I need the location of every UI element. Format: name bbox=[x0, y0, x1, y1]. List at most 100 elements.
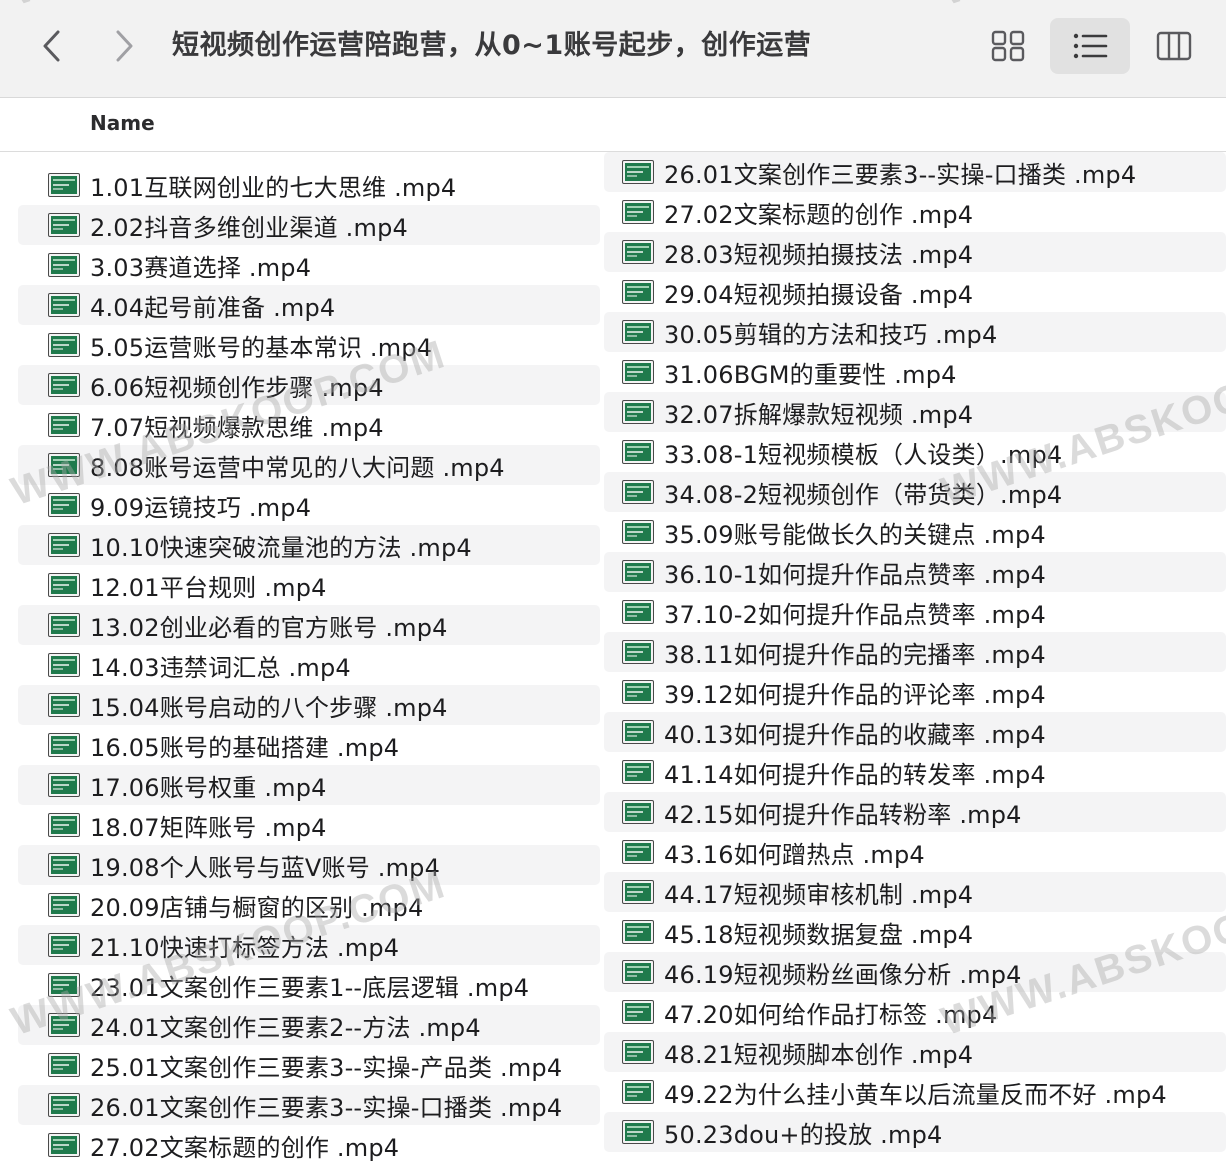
video-file-icon bbox=[622, 360, 654, 384]
file-name: 26.01文案创作三要素3--实操-口播类 .mp4 bbox=[90, 1093, 563, 1122]
file-name: 45.18短视频数据复盘 .mp4 bbox=[664, 920, 974, 949]
file-list-right: 26.01文案创作三要素3--实操-口播类 .mp4 27.02文案标题的创作 … bbox=[604, 152, 1226, 1152]
file-row[interactable]: 44.17短视频审核机制 .mp4 bbox=[604, 872, 1226, 912]
file-row[interactable]: 5.05运营账号的基本常识 .mp4 bbox=[18, 325, 600, 365]
file-row[interactable]: 50.23dou+的投放 .mp4 bbox=[604, 1112, 1226, 1152]
file-row[interactable]: 27.02文案标题的创作 .mp4 bbox=[604, 192, 1226, 232]
file-name: 36.10-1如何提升作品点赞率 .mp4 bbox=[664, 560, 1046, 589]
file-row[interactable]: 41.14如何提升作品的转发率 .mp4 bbox=[604, 752, 1226, 792]
file-row[interactable]: 35.09账号能做长久的关键点 .mp4 bbox=[604, 512, 1226, 552]
file-row[interactable]: 26.01文案创作三要素3--实操-口播类 .mp4 bbox=[18, 1085, 600, 1125]
video-file-icon bbox=[622, 1120, 654, 1144]
file-row[interactable]: 21.10快速打标签方法 .mp4 bbox=[18, 925, 600, 965]
file-name: 43.16如何蹭热点 .mp4 bbox=[664, 840, 925, 869]
file-row[interactable]: 24.01文案创作三要素2--方法 .mp4 bbox=[18, 1005, 600, 1045]
video-file-icon bbox=[622, 800, 654, 824]
video-file-icon bbox=[622, 160, 654, 184]
file-row[interactable]: 14.03违禁词汇总 .mp4 bbox=[18, 645, 600, 685]
file-row[interactable]: 49.22为什么挂小黄车以后流量反而不好 .mp4 bbox=[604, 1072, 1226, 1112]
file-name: 16.05账号的基础搭建 .mp4 bbox=[90, 733, 400, 762]
video-file-icon bbox=[622, 640, 654, 664]
file-name: 18.07矩阵账号 .mp4 bbox=[90, 813, 327, 842]
video-file-icon bbox=[48, 893, 80, 917]
video-file-icon bbox=[48, 173, 80, 197]
file-row[interactable]: 28.03短视频拍摄技法 .mp4 bbox=[604, 232, 1226, 272]
file-row[interactable]: 46.19短视频粉丝画像分析 .mp4 bbox=[604, 952, 1226, 992]
file-row[interactable]: 17.06账号权重 .mp4 bbox=[18, 765, 600, 805]
video-file-icon bbox=[622, 320, 654, 344]
video-file-icon bbox=[622, 600, 654, 624]
file-row[interactable]: 19.08个人账号与蓝V账号 .mp4 bbox=[18, 845, 600, 885]
file-row[interactable]: 36.10-1如何提升作品点赞率 .mp4 bbox=[604, 552, 1226, 592]
file-row[interactable]: 45.18短视频数据复盘 .mp4 bbox=[604, 912, 1226, 952]
file-name: 32.07拆解爆款短视频 .mp4 bbox=[664, 400, 974, 429]
video-file-icon bbox=[48, 733, 80, 757]
finder-toolbar: 短视频创作运营陪跑营，从0~1账号起步，创作运营 bbox=[0, 0, 1226, 98]
file-row[interactable]: 9.09运镜技巧 .mp4 bbox=[18, 485, 600, 525]
file-row[interactable]: 13.02创业必看的官方账号 .mp4 bbox=[18, 605, 600, 645]
video-file-icon bbox=[622, 1080, 654, 1104]
file-row[interactable]: 25.01文案创作三要素3--实操-产品类 .mp4 bbox=[18, 1045, 600, 1085]
file-name: 48.21短视频脚本创作 .mp4 bbox=[664, 1040, 974, 1069]
file-row[interactable]: 20.09店铺与橱窗的区别 .mp4 bbox=[18, 885, 600, 925]
file-row[interactable]: 3.03赛道选择 .mp4 bbox=[18, 245, 600, 285]
file-row[interactable]: 18.07矩阵账号 .mp4 bbox=[18, 805, 600, 845]
file-row[interactable]: 26.01文案创作三要素3--实操-口播类 .mp4 bbox=[604, 152, 1226, 192]
file-row[interactable]: 23.01文案创作三要素1--底层逻辑 .mp4 bbox=[18, 965, 600, 1005]
file-name: 21.10快速打标签方法 .mp4 bbox=[90, 933, 400, 962]
video-file-icon bbox=[48, 1013, 80, 1037]
file-row[interactable]: 16.05账号的基础搭建 .mp4 bbox=[18, 725, 600, 765]
file-row[interactable]: 39.12如何提升作品的评论率 .mp4 bbox=[604, 672, 1226, 712]
file-row[interactable]: 43.16如何蹭热点 .mp4 bbox=[604, 832, 1226, 872]
file-row[interactable]: 38.11如何提升作品的完播率 .mp4 bbox=[604, 632, 1226, 672]
file-row[interactable]: 10.10快速突破流量池的方法 .mp4 bbox=[18, 525, 600, 565]
name-column-header[interactable]: Name bbox=[90, 111, 155, 135]
file-name: 46.19短视频粉丝画像分析 .mp4 bbox=[664, 960, 1022, 989]
file-row[interactable]: 8.08账号运营中常见的八大问题 .mp4 bbox=[18, 445, 600, 485]
file-row[interactable]: 31.06BGM的重要性 .mp4 bbox=[604, 352, 1226, 392]
list-view-icon bbox=[1073, 33, 1108, 59]
file-row[interactable]: 33.08-1短视频模板（人设类）.mp4 bbox=[604, 432, 1226, 472]
icon-view-button[interactable] bbox=[968, 18, 1048, 74]
file-row[interactable]: 34.08-2短视频创作（带货类）.mp4 bbox=[604, 472, 1226, 512]
video-file-icon bbox=[48, 613, 80, 637]
video-file-icon bbox=[622, 760, 654, 784]
back-button[interactable] bbox=[32, 24, 72, 68]
file-row[interactable]: 12.01平台规则 .mp4 bbox=[18, 565, 600, 605]
file-name: 33.08-1短视频模板（人设类）.mp4 bbox=[664, 440, 1063, 469]
file-name: 27.02文案标题的创作 .mp4 bbox=[664, 200, 974, 229]
file-row[interactable]: 15.04账号启动的八个步骤 .mp4 bbox=[18, 685, 600, 725]
forward-button[interactable] bbox=[104, 24, 144, 68]
video-file-icon bbox=[48, 573, 80, 597]
file-row[interactable]: 6.06短视频创作步骤 .mp4 bbox=[18, 365, 600, 405]
file-row[interactable]: 42.15如何提升作品转粉率 .mp4 bbox=[604, 792, 1226, 832]
file-row[interactable]: 1.01互联网创业的七大思维 .mp4 bbox=[18, 165, 600, 205]
file-row[interactable]: 27.02文案标题的创作 .mp4 bbox=[18, 1125, 600, 1165]
file-name: 47.20如何给作品打标签 .mp4 bbox=[664, 1000, 998, 1029]
file-row[interactable]: 48.21短视频脚本创作 .mp4 bbox=[604, 1032, 1226, 1072]
file-row[interactable]: 40.13如何提升作品的收藏率 .mp4 bbox=[604, 712, 1226, 752]
file-row[interactable]: 7.07短视频爆款思维 .mp4 bbox=[18, 405, 600, 445]
file-name: 15.04账号启动的八个步骤 .mp4 bbox=[90, 693, 448, 722]
video-file-icon bbox=[48, 1053, 80, 1077]
file-row[interactable]: 4.04起号前准备 .mp4 bbox=[18, 285, 600, 325]
file-row[interactable]: 30.05剪辑的方法和技巧 .mp4 bbox=[604, 312, 1226, 352]
video-file-icon bbox=[48, 653, 80, 677]
chevron-right-icon bbox=[116, 30, 133, 62]
file-name: 20.09店铺与橱窗的区别 .mp4 bbox=[90, 893, 424, 922]
file-row[interactable]: 37.10-2如何提升作品点赞率 .mp4 bbox=[604, 592, 1226, 632]
video-file-icon bbox=[622, 1040, 654, 1064]
file-row[interactable]: 32.07拆解爆款短视频 .mp4 bbox=[604, 392, 1226, 432]
video-file-icon bbox=[622, 240, 654, 264]
video-file-icon bbox=[48, 1093, 80, 1117]
file-list-left: 1.01互联网创业的七大思维 .mp4 2.02抖音多维创业渠道 .mp4 3.… bbox=[18, 165, 600, 1165]
video-file-icon bbox=[622, 440, 654, 464]
column-view-button[interactable] bbox=[1134, 18, 1214, 74]
file-row[interactable]: 47.20如何给作品打标签 .mp4 bbox=[604, 992, 1226, 1032]
video-file-icon bbox=[48, 453, 80, 477]
file-name: 28.03短视频拍摄技法 .mp4 bbox=[664, 240, 974, 269]
file-row[interactable]: 2.02抖音多维创业渠道 .mp4 bbox=[18, 205, 600, 245]
list-view-button[interactable] bbox=[1050, 18, 1130, 74]
file-row[interactable]: 29.04短视频拍摄设备 .mp4 bbox=[604, 272, 1226, 312]
video-file-icon bbox=[48, 533, 80, 557]
